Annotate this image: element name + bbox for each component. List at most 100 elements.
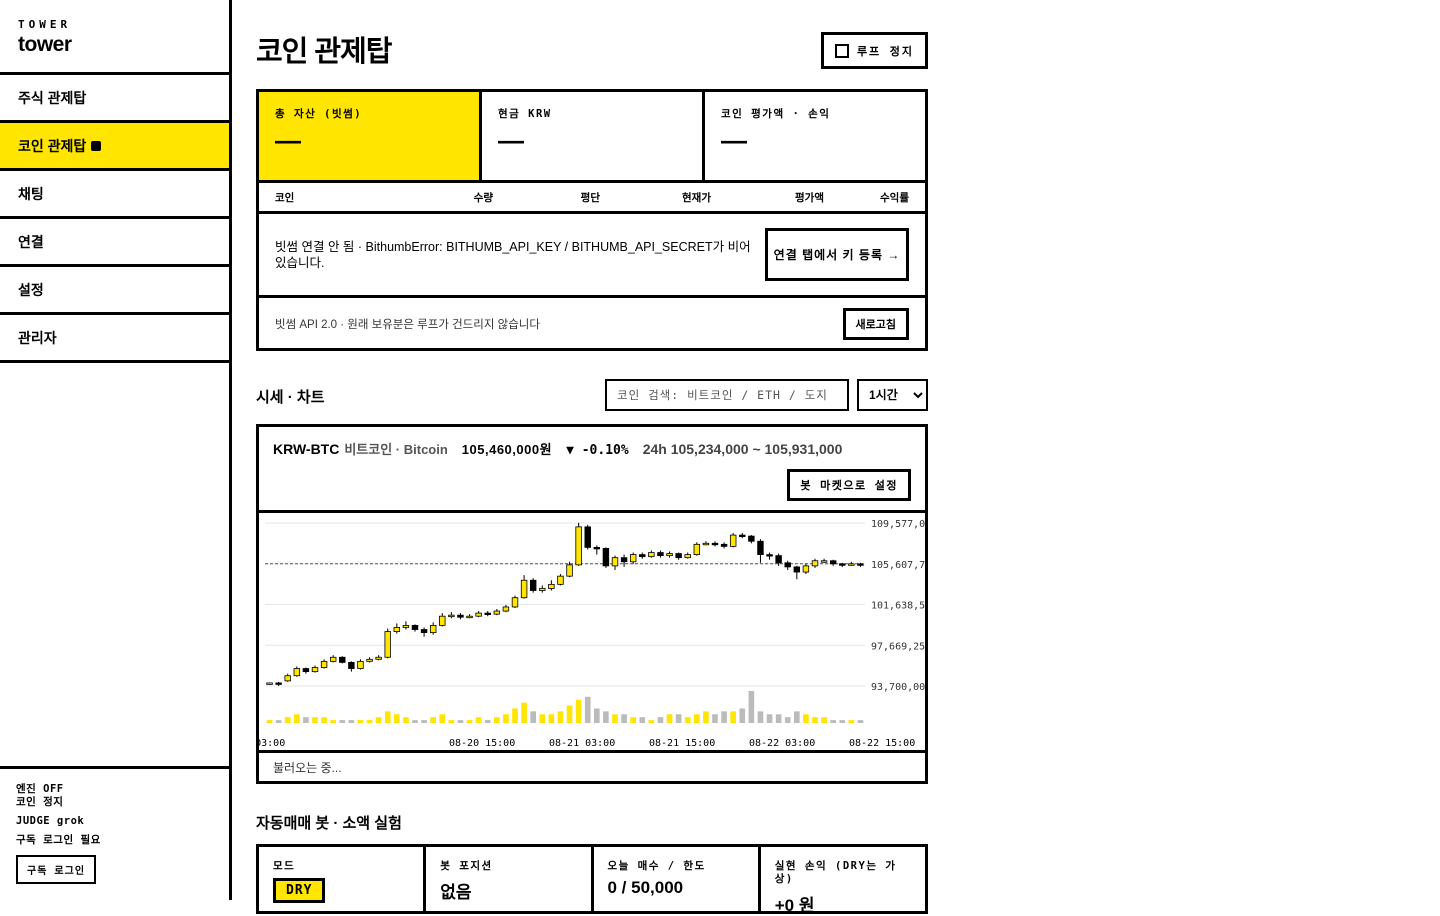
volume-bar — [712, 714, 718, 723]
volume-bar — [857, 720, 864, 723]
candle-body — [620, 557, 628, 563]
ticker-24h-range: 24h 105,234,000 ~ 105,931,000 — [642, 441, 843, 457]
sidebar-item-label: 연결 — [18, 233, 44, 250]
candle-body — [329, 656, 337, 662]
candle-body — [766, 554, 773, 557]
volume-bar — [648, 720, 655, 723]
x-tick-label: 08-22 03:00 — [749, 738, 815, 749]
candle-body — [684, 554, 691, 559]
volume-bar — [539, 714, 546, 723]
sidebar-item-label: 주식 관제탑 — [18, 89, 87, 106]
bot-label: 실현 손익 (DRY는 가상) — [774, 860, 897, 885]
candle-body — [784, 562, 791, 568]
active-indicator-icon — [91, 140, 102, 151]
sidebar-item-coin-tower[interactable]: 코인 관제탑 — [0, 123, 229, 171]
volume-bar — [294, 714, 300, 723]
column-header-avg-price: 평단 — [580, 191, 600, 204]
volume-bar — [475, 717, 482, 723]
volume-bar — [848, 720, 855, 723]
volume-bar — [457, 720, 464, 723]
candle-body — [539, 588, 546, 591]
volume-bar — [766, 714, 773, 723]
candle-body — [357, 660, 364, 669]
stat-value: — — [275, 125, 301, 155]
stat-label: 코인 평가액 · 손익 — [721, 108, 831, 120]
candle-body — [675, 553, 682, 559]
candle-body — [557, 575, 564, 585]
stat-total-assets: 총 자산 (빗썸) — — [259, 92, 482, 180]
volume-bar — [803, 714, 809, 723]
sidebar-item-settings[interactable]: 설정 — [0, 267, 229, 315]
engine-status: 엔진 OFF — [16, 783, 64, 795]
volume-bar — [348, 720, 355, 723]
sidebar-item-admin[interactable]: 관리자 — [0, 315, 229, 363]
judge-status: JUDGE grok — [16, 815, 85, 827]
loop-stop-label: 루프 정지 — [856, 44, 915, 58]
ticker-symbol: KRW-BTC — [273, 441, 340, 457]
candle-body — [602, 548, 610, 567]
stat-value: — — [498, 125, 524, 155]
volume-bar — [548, 714, 555, 723]
volume-bar — [412, 720, 418, 723]
brand-logo-text: tower — [18, 33, 72, 56]
candle-body — [384, 631, 391, 658]
candle-body — [284, 675, 291, 682]
checkbox-icon[interactable] — [834, 43, 849, 58]
volume-bar — [557, 711, 564, 723]
coin-search-input[interactable] — [605, 379, 849, 411]
volume-bar — [403, 717, 409, 723]
candle-body — [548, 583, 555, 589]
connection-error-row: 빗썸 연결 안 됨 · BithumbError: BITHUMB_API_KE… — [259, 214, 925, 298]
volume-bar — [721, 711, 727, 723]
bot-daily-buy-cell: 오늘 매수 / 한도 0 / 50,000 — [594, 847, 761, 911]
bot-label: 오늘 매수 / 한도 — [607, 860, 706, 872]
candle-body — [711, 542, 719, 546]
volume-bar — [275, 720, 282, 723]
candle-body — [475, 612, 482, 617]
volume-bar — [339, 720, 346, 723]
candle-body — [529, 579, 537, 591]
candlestick-chart-svg[interactable]: 109,577,000 105,607,750 101,638,500 97,669,… — [259, 513, 925, 753]
refresh-button[interactable]: 새로고침 — [842, 307, 909, 340]
volume-bar — [794, 711, 800, 723]
volume-bar — [284, 717, 291, 723]
y-tick-label: 97,669,250 — [871, 641, 925, 652]
volume-bar — [530, 711, 536, 723]
candle-body — [757, 540, 764, 555]
price-chart[interactable]: 109,577,000 105,607,750 101,638,500 97,669,… — [259, 513, 925, 753]
candle-body — [748, 535, 755, 542]
candle-body — [266, 682, 273, 685]
candle-body — [775, 555, 782, 564]
set-bot-market-button[interactable]: 봇 마켓으로 설정 — [787, 469, 911, 501]
candle-body — [575, 526, 582, 566]
stat-label: 총 자산 (빗썸) — [275, 108, 363, 120]
x-tick-label: 08-20 15:00 — [449, 738, 515, 749]
bot-label: 모드 — [273, 860, 296, 872]
candle-body — [311, 667, 319, 673]
candle-body — [457, 614, 464, 618]
candle-body — [666, 553, 673, 557]
sidebar-item-chat[interactable]: 채팅 — [0, 171, 229, 219]
volume-bar — [448, 720, 455, 723]
sidebar-item-connections[interactable]: 연결 — [0, 219, 229, 267]
candle-body — [393, 627, 401, 632]
subscription-login-button[interactable]: 구독 로그인 — [16, 855, 97, 884]
y-tick-label: 109,577,000 — [871, 519, 925, 530]
ticker-price: 105,460,000원 — [461, 442, 553, 457]
candle-body — [302, 668, 310, 673]
candle-body — [493, 610, 501, 615]
bot-section-title: 자동매매 봇 · 소액 실험 — [256, 815, 402, 832]
candle-body — [420, 629, 428, 634]
sidebar-item-label: 관리자 — [18, 329, 57, 346]
candle-body — [466, 615, 473, 619]
loop-stop-toggle[interactable]: 루프 정지 — [821, 32, 928, 69]
brand[interactable]: TOWER tower — [0, 0, 229, 75]
volume-bar — [421, 720, 427, 723]
volume-bar — [730, 711, 736, 723]
volume-bar — [675, 714, 682, 723]
ticker-change: ▼ -0.10% — [566, 443, 629, 458]
register-key-button[interactable]: 연결 탭에서 키 등록 → — [765, 228, 909, 281]
timeframe-select[interactable]: 1시간 — [857, 379, 928, 411]
sidebar-item-stock-tower[interactable]: 주식 관제탑 — [0, 75, 229, 123]
holdings-table-header: 코인 수량 평단 현재가 평가액 수익률 — [259, 183, 925, 214]
